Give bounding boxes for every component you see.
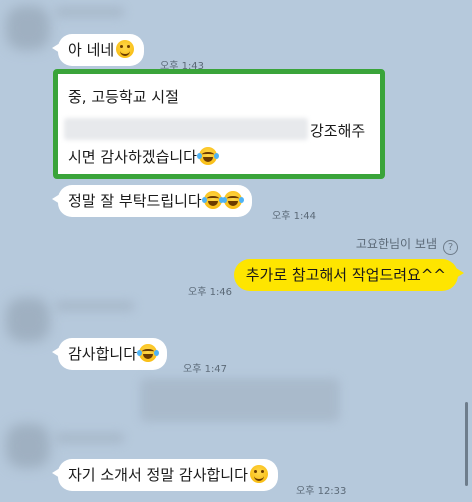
- sender-avatar[interactable]: [6, 424, 50, 468]
- sender-name-redacted: [55, 6, 125, 18]
- question-icon[interactable]: ?: [443, 240, 458, 255]
- message-text: 감사합니다: [68, 345, 138, 363]
- message-text: 자기 소개서 정말 감사합니다: [68, 466, 248, 484]
- sender-note-text: 고요한님이 보냄: [355, 237, 437, 251]
- message-time: 오후 12:33: [296, 486, 347, 497]
- sender-note: 고요한님이 보냄?: [356, 235, 458, 255]
- redacted-text: [64, 118, 308, 140]
- message-time: 오후 1:47: [183, 364, 228, 375]
- highlighted-message-bubble[interactable]: 중, 고등학교 시절 강조해주 시면 감사하겠습니다: [53, 69, 385, 179]
- message-bubble[interactable]: 자기 소개서 정말 감사합니다: [52, 459, 278, 491]
- message-text-line-3-content: 시면 감사하겠습니다: [68, 148, 197, 166]
- message-text-line-1: 중, 고등학교 시절: [68, 88, 179, 106]
- chat-area: 아 네네 오후 1:43 중, 고등학교 시절 강조해주 시면 감사하겠습니다 …: [0, 0, 472, 502]
- tears-of-joy-emoji-icon: [137, 344, 160, 362]
- message-bubble[interactable]: 아 네네: [51, 34, 145, 66]
- smiling-face-emoji-icon: [249, 465, 268, 483]
- message-bubble[interactable]: 정말 잘 부탁드립니다: [52, 185, 252, 217]
- message-text: 아 네네: [68, 41, 115, 59]
- tears-of-joy-emoji-icon: [201, 191, 224, 209]
- tears-of-joy-emoji-icon: [221, 191, 244, 209]
- smiling-face-emoji-icon: [116, 40, 135, 58]
- sender-avatar[interactable]: [6, 6, 50, 50]
- my-message-bubble[interactable]: 추가로 참고해서 작업드려요^^: [233, 259, 465, 291]
- redacted-content: [140, 378, 340, 422]
- message-text: 추가로 참고해서 작업드려요^^: [245, 266, 446, 284]
- message-text-line-2-tail: 강조해주: [310, 122, 366, 140]
- message-time: 오후 1:46: [188, 287, 233, 298]
- message-time: 오후 1:44: [272, 211, 317, 222]
- sender-avatar[interactable]: [6, 298, 50, 342]
- sender-name-redacted: [55, 300, 135, 312]
- message-bubble[interactable]: 감사합니다: [51, 338, 168, 370]
- scrollbar[interactable]: [465, 402, 468, 486]
- message-text: 정말 잘 부탁드립니다: [68, 192, 202, 210]
- tears-of-joy-emoji-icon: [196, 147, 219, 165]
- sender-name-redacted: [55, 432, 125, 444]
- message-text-line-3: 시면 감사하겠습니다: [68, 146, 219, 167]
